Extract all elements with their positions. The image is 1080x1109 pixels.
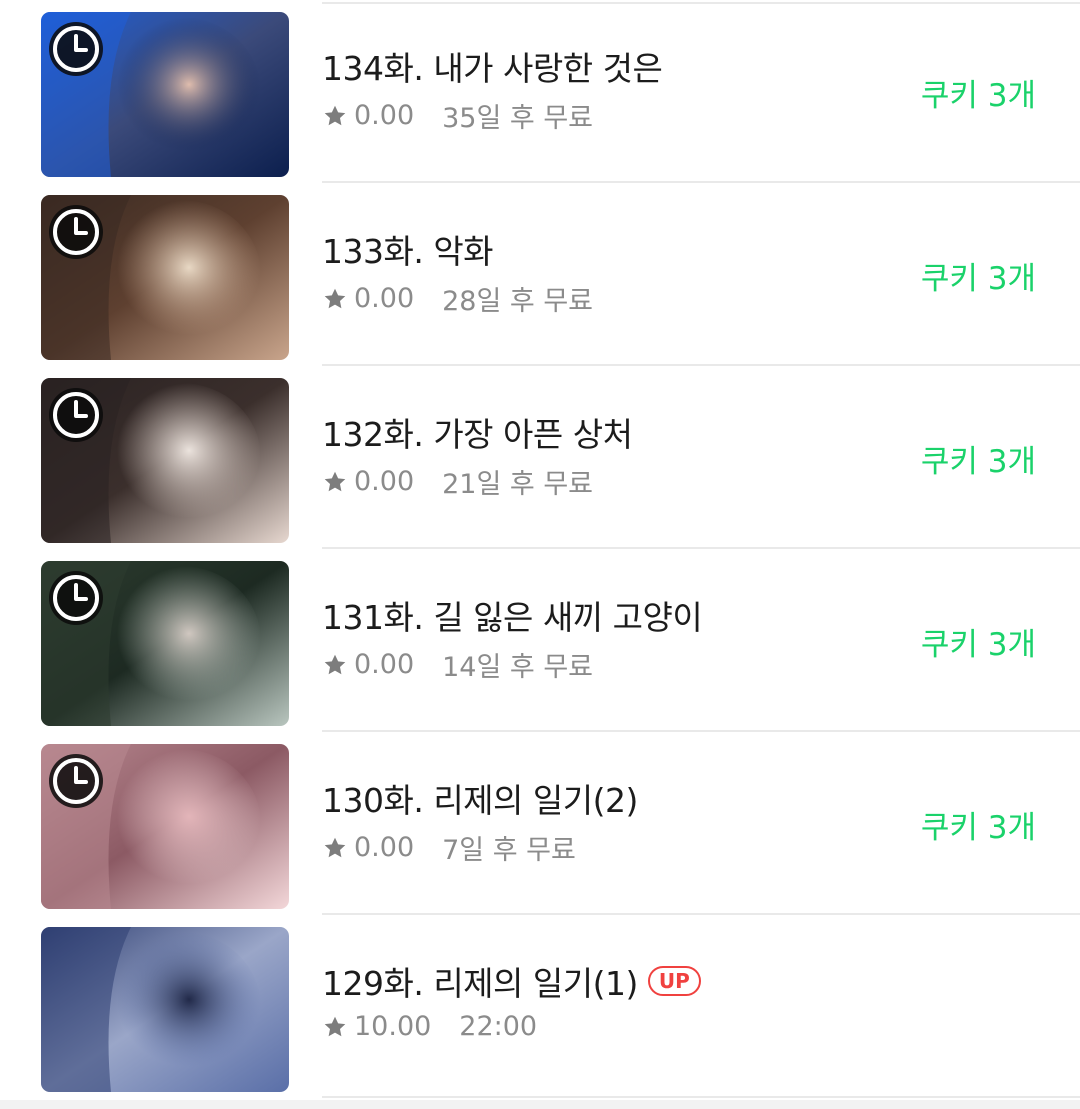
bottom-bar xyxy=(0,1100,1080,1109)
episode-title-group: 134화. 내가 사랑한 것은 xyxy=(322,42,663,90)
clock-icon xyxy=(49,388,103,442)
episode-thumbnail xyxy=(41,561,289,726)
episode-rating: 0.00 xyxy=(354,100,415,131)
episode-meta: 10.00 22:00 xyxy=(322,1011,537,1042)
cookie-price: 쿠키 3개 xyxy=(920,444,1036,480)
episode-row-1[interactable]: 133화. 악화 0.00 28일 후 무료 쿠키 3개 xyxy=(0,183,1080,366)
episode-meta: 0.00 35일 후 무료 xyxy=(322,96,593,135)
episode-rating: 0.00 xyxy=(354,832,415,863)
star-icon xyxy=(324,471,346,491)
cookie-price: 쿠키 3개 xyxy=(920,810,1036,846)
star-icon xyxy=(324,1016,346,1036)
episode-free-status: 28일 후 무료 xyxy=(442,286,594,317)
episode-free-status: 35일 후 무료 xyxy=(442,103,594,134)
clock-icon xyxy=(49,571,103,625)
episode-free-status: 7일 후 무료 xyxy=(442,835,576,866)
star-icon xyxy=(324,654,346,674)
episode-title-group: 130화. 리제의 일기(2) xyxy=(322,774,638,822)
episode-title: 132화. 가장 아픈 상처 xyxy=(322,415,633,454)
episode-title: 130화. 리제의 일기(2) xyxy=(322,781,638,820)
up-badge: UP xyxy=(647,966,701,996)
episode-rating: 0.00 xyxy=(354,466,415,497)
episode-thumbnail xyxy=(41,195,289,360)
episode-title: 133화. 악화 xyxy=(322,232,494,271)
cookie-price: 쿠키 3개 xyxy=(920,261,1036,297)
episode-free-status: 21일 후 무료 xyxy=(442,469,594,500)
clock-icon xyxy=(49,205,103,259)
cookie-price: 쿠키 3개 xyxy=(920,627,1036,663)
episode-meta: 0.00 21일 후 무료 xyxy=(322,462,593,501)
star-icon xyxy=(324,837,346,857)
star-icon xyxy=(324,288,346,308)
episode-meta: 0.00 7일 후 무료 xyxy=(322,828,576,867)
episode-thumbnail xyxy=(41,378,289,543)
clock-icon xyxy=(49,22,103,76)
episode-rating: 0.00 xyxy=(354,283,415,314)
episode-title-group: 132화. 가장 아픈 상처 xyxy=(322,408,633,456)
thumbnail-artwork xyxy=(41,927,289,1092)
episode-thumbnail xyxy=(41,744,289,909)
episode-row-0[interactable]: 134화. 내가 사랑한 것은 0.00 35일 후 무료 쿠키 3개 xyxy=(0,0,1080,183)
episode-rating: 10.00 xyxy=(354,1011,432,1042)
episode-rating: 0.00 xyxy=(354,649,415,680)
episode-title-group: 133화. 악화 xyxy=(322,225,494,273)
episode-free-status: 14일 후 무료 xyxy=(442,652,594,683)
episode-meta: 0.00 14일 후 무료 xyxy=(322,645,593,684)
episode-free-status: 22:00 xyxy=(459,1011,538,1042)
episode-title-group: 131화. 길 잃은 새끼 고양이 xyxy=(322,591,703,639)
episode-title: 134화. 내가 사랑한 것은 xyxy=(322,49,663,88)
episode-row-5[interactable]: 129화. 리제의 일기(1) UP 10.00 22:00 xyxy=(0,915,1080,1098)
episode-thumbnail xyxy=(41,12,289,177)
row-divider xyxy=(322,1096,1080,1098)
clock-icon xyxy=(49,754,103,808)
episode-title: 131화. 길 잃은 새끼 고양이 xyxy=(322,598,703,637)
episode-title: 129화. 리제의 일기(1) xyxy=(322,964,638,1003)
episode-thumbnail xyxy=(41,927,289,1092)
episode-row-2[interactable]: 132화. 가장 아픈 상처 0.00 21일 후 무료 쿠키 3개 xyxy=(0,366,1080,549)
cookie-price: 쿠키 3개 xyxy=(920,78,1036,114)
episode-title-group: 129화. 리제의 일기(1) UP xyxy=(322,957,701,1005)
star-icon xyxy=(324,105,346,125)
episode-row-3[interactable]: 131화. 길 잃은 새끼 고양이 0.00 14일 후 무료 쿠키 3개 xyxy=(0,549,1080,732)
episode-meta: 0.00 28일 후 무료 xyxy=(322,279,593,318)
episode-row-4[interactable]: 130화. 리제의 일기(2) 0.00 7일 후 무료 쿠키 3개 xyxy=(0,732,1080,915)
